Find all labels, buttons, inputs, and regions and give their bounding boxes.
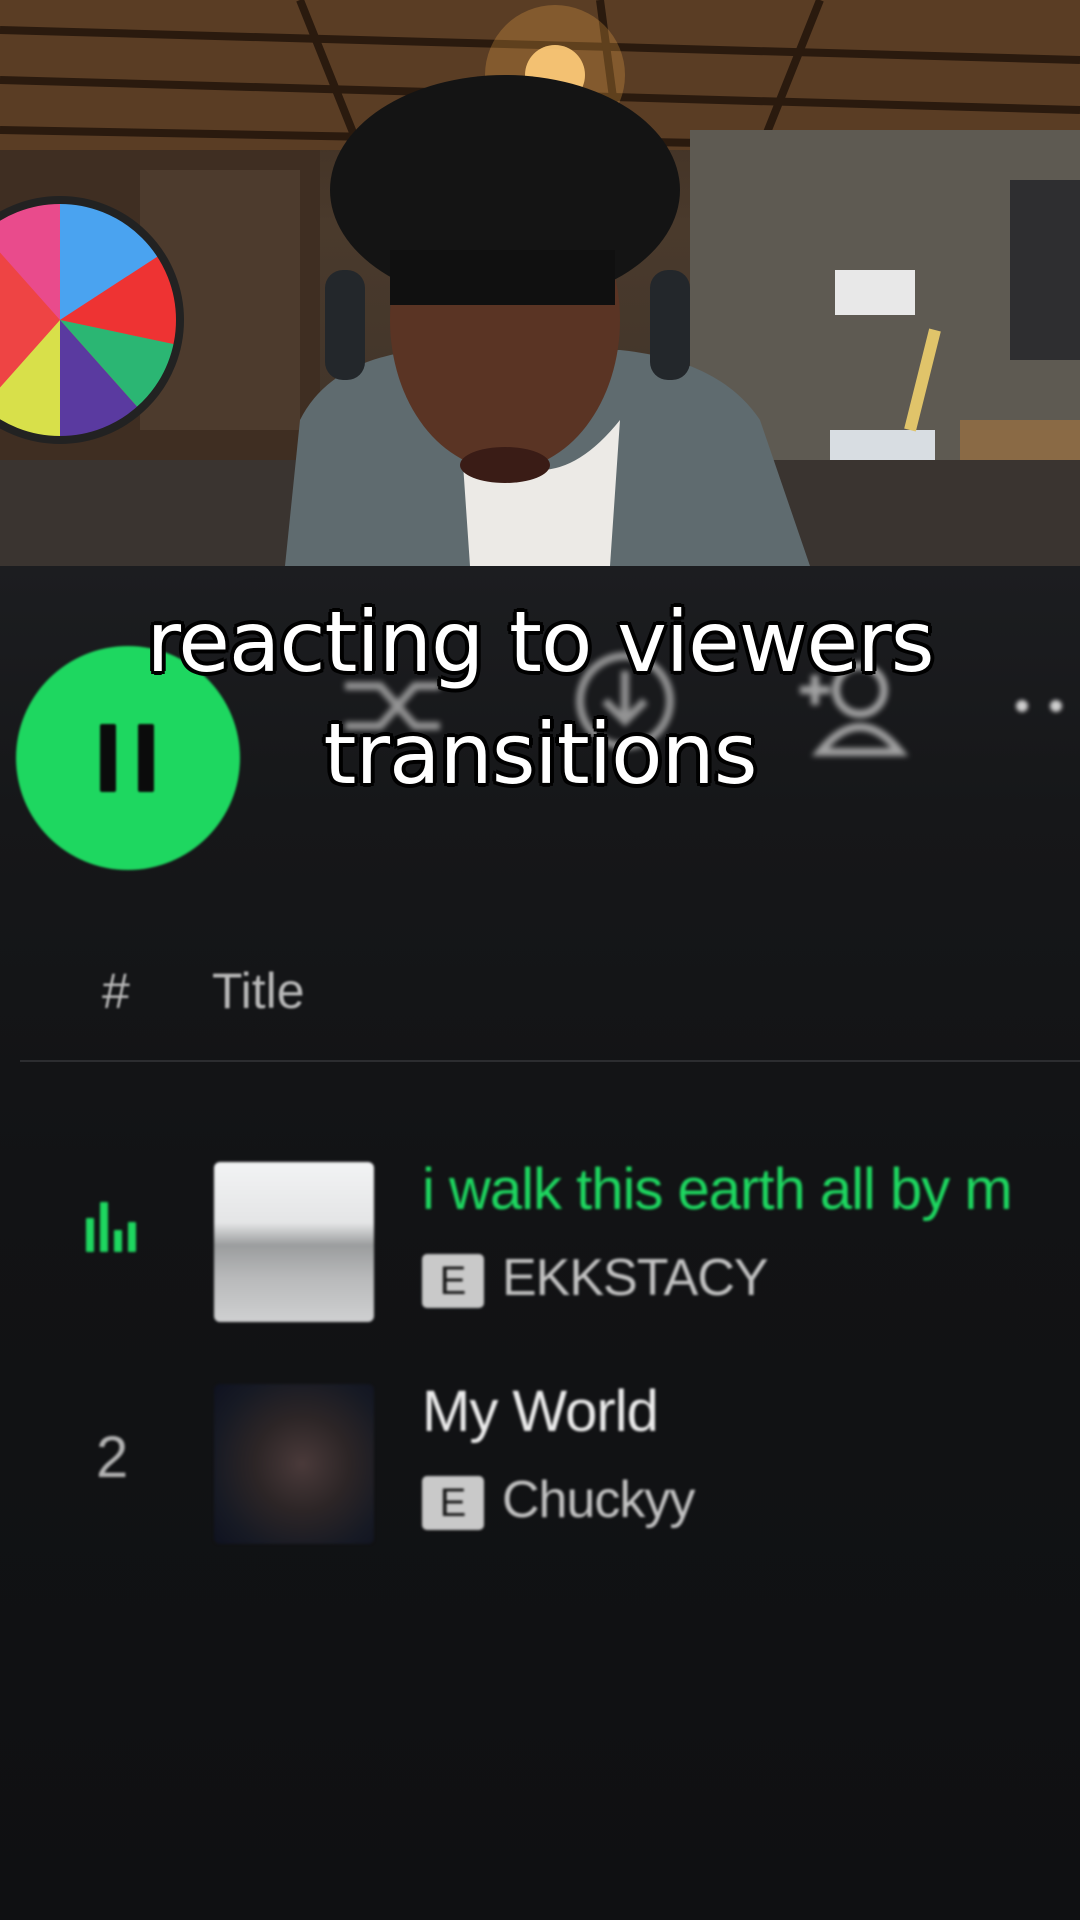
number-column-header: # (102, 963, 130, 1019)
explicit-badge: E (422, 1254, 484, 1308)
explicit-badge: E (422, 1476, 484, 1530)
caption-line-1: reacting to viewers (146, 593, 935, 691)
track-title[interactable]: My World (422, 1378, 659, 1445)
track-row[interactable]: i walk this earth all by m E EKKSTACY (0, 1157, 1080, 1322)
spotify-playlist-view: reacting to viewers transitions # Title … (0, 566, 1080, 1920)
album-cover (214, 1384, 374, 1544)
title-column-header[interactable]: Title (212, 962, 305, 1020)
track-artist[interactable]: Chuckyy (502, 1470, 695, 1530)
track-artist[interactable]: EKKSTACY (502, 1248, 769, 1308)
album-cover (214, 1162, 374, 1322)
caption-line-2: transitions (323, 705, 758, 803)
track-title[interactable]: i walk this earth all by m (422, 1156, 1013, 1223)
track-list-header: # Title (0, 962, 1080, 1022)
webcam-scene-illustration (0, 0, 1080, 566)
video-caption: reacting to viewers transitions (0, 586, 1080, 810)
video-frame: reacting to viewers transitions # Title … (0, 0, 1080, 1920)
track-number: 2 (96, 1425, 129, 1490)
equalizer-icon (86, 1202, 150, 1252)
header-divider (20, 1060, 1080, 1062)
track-row[interactable]: 2 My World E Chuckyy (0, 1379, 1080, 1544)
webcam-feed (0, 0, 1080, 566)
